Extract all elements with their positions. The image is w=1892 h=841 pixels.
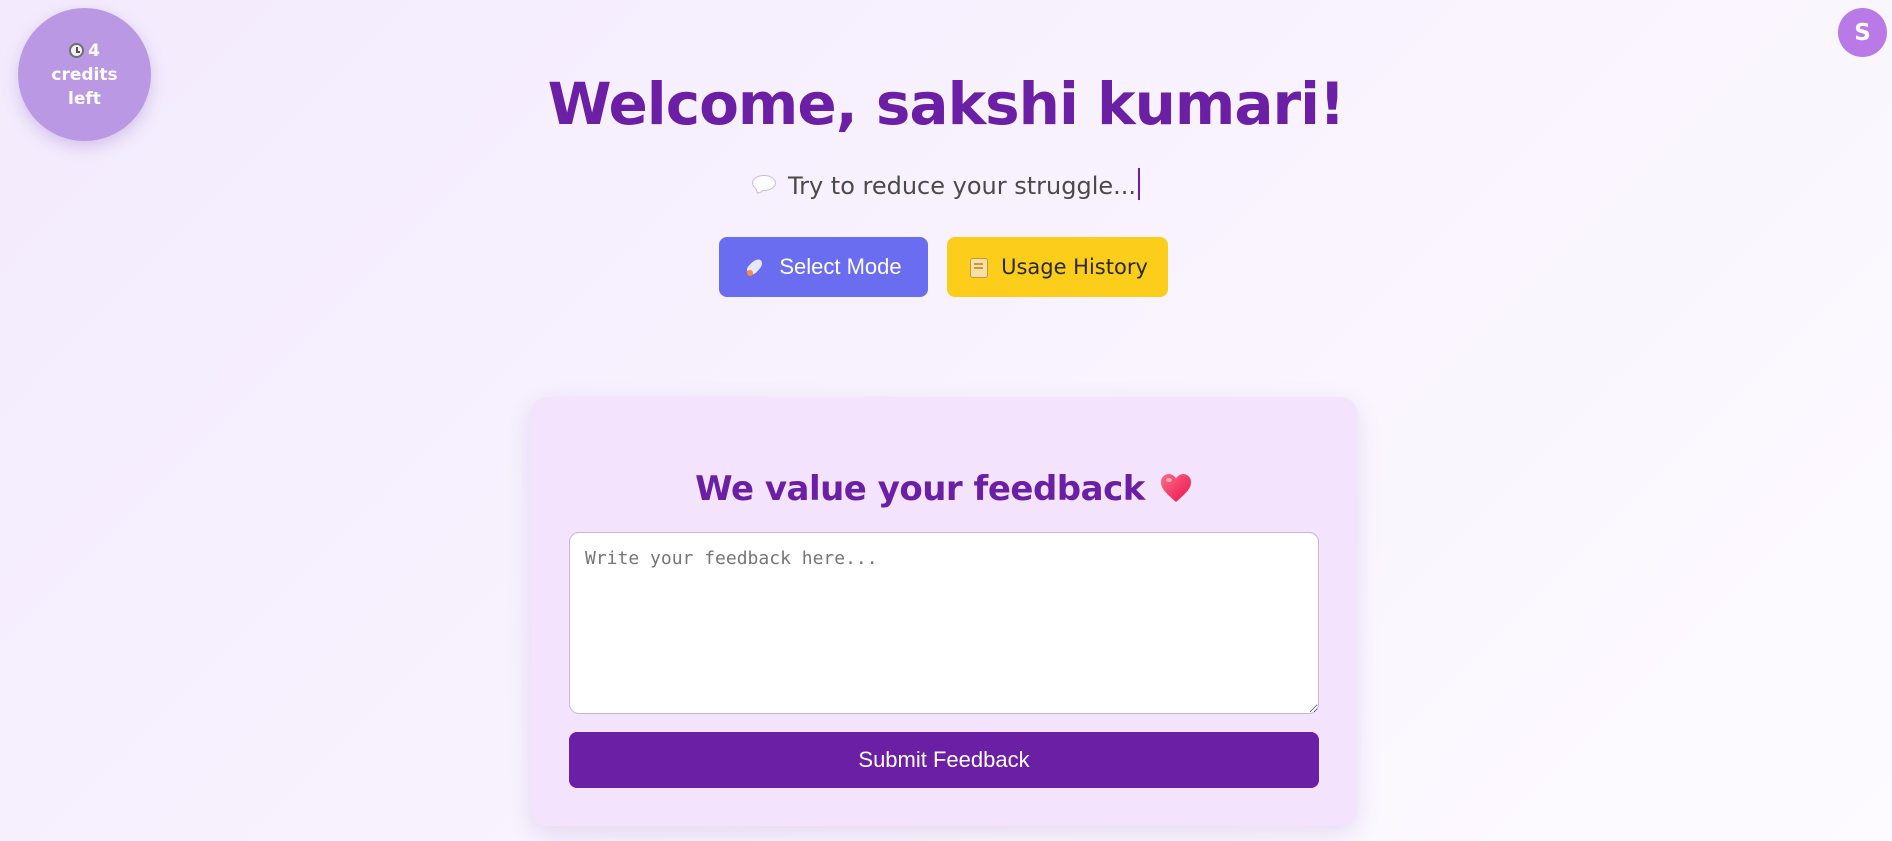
tagline: Try to reduce your struggle... bbox=[0, 168, 1892, 204]
clock-icon bbox=[69, 42, 85, 58]
feedback-card: We value your feedback Submit Feedback bbox=[531, 397, 1357, 826]
heart-icon bbox=[1160, 474, 1191, 502]
welcome-heading: Welcome, sakshi kumari! bbox=[547, 70, 1346, 138]
submit-feedback-button[interactable]: Submit Feedback bbox=[569, 732, 1319, 788]
rocket-icon bbox=[745, 256, 767, 278]
avatar-initial: S bbox=[1854, 19, 1871, 46]
speech-bubble-icon bbox=[751, 175, 776, 191]
avatar[interactable]: S bbox=[1838, 8, 1887, 57]
feedback-title: We value your feedback bbox=[531, 467, 1357, 511]
feedback-title-text: We value your feedback bbox=[695, 469, 1145, 509]
select-mode-label: Select Mode bbox=[779, 254, 902, 279]
usage-history-label: Usage History bbox=[1001, 255, 1148, 279]
typing-caret bbox=[1138, 168, 1141, 200]
scroll-icon bbox=[967, 256, 989, 278]
select-mode-button[interactable]: Select Mode bbox=[719, 237, 928, 297]
tagline-text: Try to reduce your struggle... bbox=[787, 172, 1137, 200]
feedback-textarea[interactable] bbox=[569, 532, 1319, 714]
usage-history-button[interactable]: Usage History bbox=[947, 237, 1168, 297]
